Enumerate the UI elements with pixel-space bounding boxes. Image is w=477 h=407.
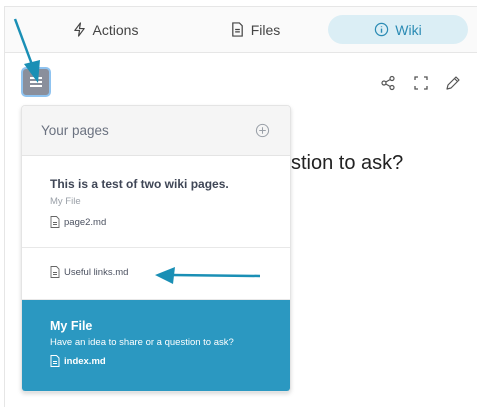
tab-actions[interactable]: Actions (45, 15, 165, 44)
page-item[interactable]: Useful links.md (22, 248, 290, 300)
page-item-file: page2.md (64, 216, 107, 228)
tab-wiki[interactable]: Wiki (328, 15, 468, 44)
tab-label: Files (250, 21, 281, 38)
bolt-icon (73, 22, 85, 37)
share-icon[interactable] (380, 75, 396, 91)
page-item-title: This is a test of two wiki pages. (50, 177, 229, 191)
page-heading: stion to ask? (291, 152, 404, 174)
file-icon (50, 266, 60, 278)
page-item-file: Useful links.md (64, 266, 129, 278)
file-icon (50, 216, 60, 228)
tab-files[interactable]: Files (210, 15, 300, 44)
tab-label: Actions (92, 21, 139, 38)
page-item[interactable]: This is a test of two wiki pages. My Fil… (22, 156, 290, 248)
edit-icon[interactable] (445, 75, 461, 91)
page-item-subtitle: Have an idea to share or a question to a… (50, 337, 234, 348)
page-item-title: My File (50, 319, 93, 333)
file-icon (231, 22, 243, 37)
page-item-file: index.md (64, 355, 106, 367)
pages-header: Your pages (22, 106, 290, 156)
file-icon (50, 355, 60, 367)
fullscreen-icon[interactable] (413, 75, 429, 91)
info-icon (375, 22, 389, 37)
page-item-active[interactable]: My File Have an idea to share or a quest… (22, 300, 290, 391)
hamburger-icon (30, 77, 42, 87)
pages-dropdown: Your pages This is a test of two wiki pa… (21, 105, 291, 392)
tab-bar: Actions Files Wiki (5, 7, 477, 53)
tab-label: Wiki (395, 21, 422, 38)
add-page-icon[interactable] (255, 123, 270, 138)
page-item-subtitle: My File (50, 196, 81, 207)
pages-menu-button[interactable] (21, 67, 51, 97)
pages-title: Your pages (41, 123, 109, 138)
